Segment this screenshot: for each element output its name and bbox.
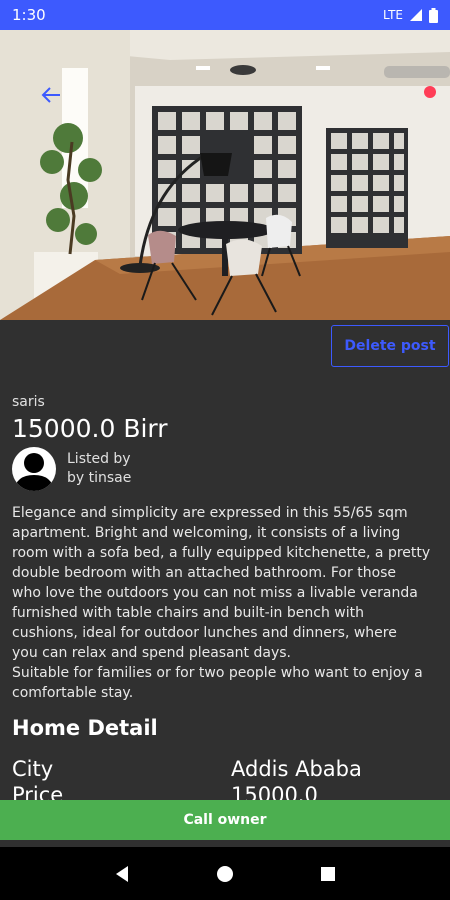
battery-icon [429, 7, 438, 23]
signal-icon [410, 9, 422, 21]
detail-key: City [12, 757, 54, 781]
description-line: you can relax and spend pleasant days. [12, 645, 291, 661]
square-recents-icon [321, 866, 336, 881]
back-button[interactable] [36, 80, 66, 110]
detail-value: Addis Ababa [231, 757, 362, 781]
call-owner-button[interactable]: Call owner [0, 800, 450, 840]
description-line: furnished with table chairs and built-in… [12, 605, 364, 621]
circle-home-icon [216, 865, 233, 882]
arrow-left-icon [41, 87, 60, 103]
nav-back-button[interactable] [102, 854, 142, 894]
nav-recents-button[interactable] [308, 854, 348, 894]
description-line: room with a sofa bed, a fully equipped k… [12, 545, 431, 561]
listing-description: Elegance and simplicity are expressed in… [12, 503, 448, 703]
listing-photo [0, 30, 450, 320]
description-line: cushions, ideal for outdoor lunches and … [12, 625, 397, 641]
listed-by-label: Listed by [67, 451, 131, 467]
avatar [12, 447, 56, 491]
listing-category: saris [12, 394, 45, 410]
user-silhouette-icon [14, 453, 54, 491]
nav-home-button[interactable] [205, 854, 245, 894]
description-line: comfortable stay. [12, 685, 134, 701]
status-bar: 1:30 LTE [0, 0, 450, 30]
delete-post-button[interactable]: Delete post [331, 325, 449, 367]
description-line: Suitable for families or for two people … [12, 665, 423, 681]
listing-price: 15000.0 Birr [12, 414, 168, 443]
status-icons: LTE [383, 7, 438, 23]
apartment-image [0, 30, 450, 320]
owner-name: by tinsae [67, 470, 132, 486]
status-dot [424, 86, 436, 98]
bottom-gap [0, 840, 450, 847]
network-label: LTE [383, 8, 403, 22]
description-line: apartment. Bright and welcoming, it cons… [12, 525, 401, 541]
system-nav-bar [0, 847, 450, 900]
description-line: double bedroom with an attached bathroom… [12, 565, 397, 581]
description-line: Elegance and simplicity are expressed in… [12, 505, 408, 521]
listed-by: Listed by by tinsae [67, 450, 131, 488]
description-line: who love the outdoors you can not miss a… [12, 585, 418, 601]
triangle-back-icon [115, 865, 128, 882]
status-time: 1:30 [12, 6, 46, 24]
home-detail-title: Home Detail [12, 716, 158, 740]
